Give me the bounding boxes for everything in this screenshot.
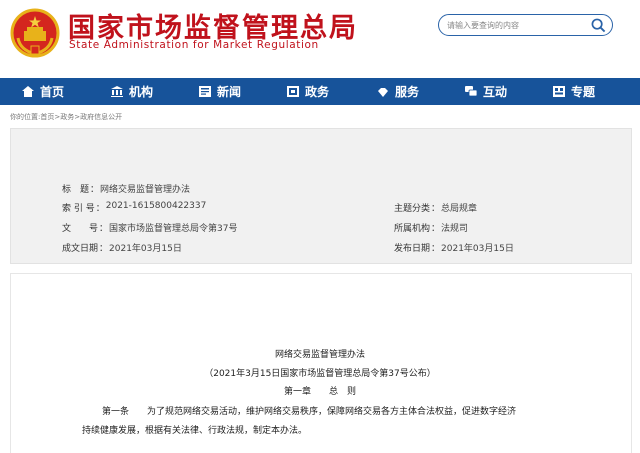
nav-label: 机构 <box>129 85 154 99</box>
info-org-label: 所属机构 <box>394 224 431 234</box>
institution-icon <box>111 86 123 97</box>
site-header: 国家市场监督管理总局 State Administration for Mark… <box>0 0 640 78</box>
info-docno-value: 国家市场监督管理总局令第37号 <box>109 224 238 234</box>
info-title-row: 标 题： 网络交易监督管理办法 <box>62 182 190 195</box>
site-subtitle: State Administration for Market Regulati… <box>69 39 319 51</box>
nav-label: 新闻 <box>217 85 242 99</box>
national-emblem-icon[interactable] <box>10 8 60 58</box>
info-category-label: 主题分类 <box>394 204 431 214</box>
document-paragraph: 第一条 为了规范网络交易活动，维护网络交易秩序，保障网络交易各方主体合法权益，促… <box>102 407 517 417</box>
nav-label: 专题 <box>571 85 596 99</box>
info-category-value: 总局规章 <box>441 204 478 214</box>
search-icon[interactable] <box>591 18 606 33</box>
nav-item-news[interactable]: 新闻 <box>199 78 241 105</box>
nav-item-interaction[interactable]: 互动 <box>465 78 507 105</box>
nav-item-government[interactable]: 政务 <box>287 78 329 105</box>
nav-item-home[interactable]: 首页 <box>22 78 64 105</box>
document-issue-note: （2021年3月15日国家市场监督管理总局令第37号公布） <box>204 369 436 379</box>
info-created-value: 2021年03月15日 <box>109 244 182 254</box>
nav-label: 政务 <box>305 85 330 99</box>
document-title: 网络交易监督管理办法 <box>274 350 365 360</box>
info-title-label: 标 题 <box>62 185 90 195</box>
document-paragraph-continued: 持续健康发展，根据有关法律、行政法规，制定本办法。 <box>82 426 308 436</box>
info-index-value: 2021-16158004223​37 <box>105 201 207 211</box>
service-icon <box>378 88 388 97</box>
news-icon <box>199 86 211 97</box>
nav-item-service[interactable]: 服务 <box>377 78 419 105</box>
nav-label: 首页 <box>40 85 65 99</box>
government-affairs-icon <box>287 86 299 97</box>
info-docno-label: 文 号 <box>62 224 99 234</box>
info-org-value: 法规司 <box>441 224 469 234</box>
interaction-icon <box>465 86 477 97</box>
info-docno-row: 文 号： 国家市场监督管理总局令第37号 <box>62 221 237 234</box>
search-box <box>438 14 613 36</box>
nav-item-topic[interactable]: 专题 <box>553 78 595 105</box>
info-category-row: 主题分类： 总局规章 <box>394 201 477 214</box>
info-title-value: 网络交易监督管理办法 <box>100 185 191 195</box>
topic-icon <box>553 86 565 97</box>
home-icon <box>22 86 34 97</box>
nav-item-institution[interactable]: 机构 <box>111 78 153 105</box>
info-index-row: 索 引 号： 2021-16158004223​37 <box>62 201 207 214</box>
nav-label: 服务 <box>395 85 420 99</box>
nav-label: 互动 <box>483 85 508 99</box>
breadcrumb[interactable]: 你的位置:首页>政务>政府信息公开 <box>10 112 122 122</box>
info-published-row: 发布日期： 2021年03月15日 <box>394 241 514 254</box>
info-org-row: 所属机构： 法规司 <box>394 221 468 234</box>
info-published-label: 发布日期 <box>394 244 431 254</box>
info-created-label: 成文日期 <box>62 244 99 254</box>
main-nav: 首页 机构 新闻 政务 服务 互动 专题 <box>0 78 640 105</box>
search-input[interactable] <box>439 16 587 34</box>
info-published-value: 2021年03月15日 <box>441 244 514 254</box>
info-created-row: 成文日期： 2021年03月15日 <box>62 241 182 254</box>
info-index-label: 索 引 号 <box>62 204 95 214</box>
document-chapter-heading: 第一章 总 则 <box>283 387 356 397</box>
